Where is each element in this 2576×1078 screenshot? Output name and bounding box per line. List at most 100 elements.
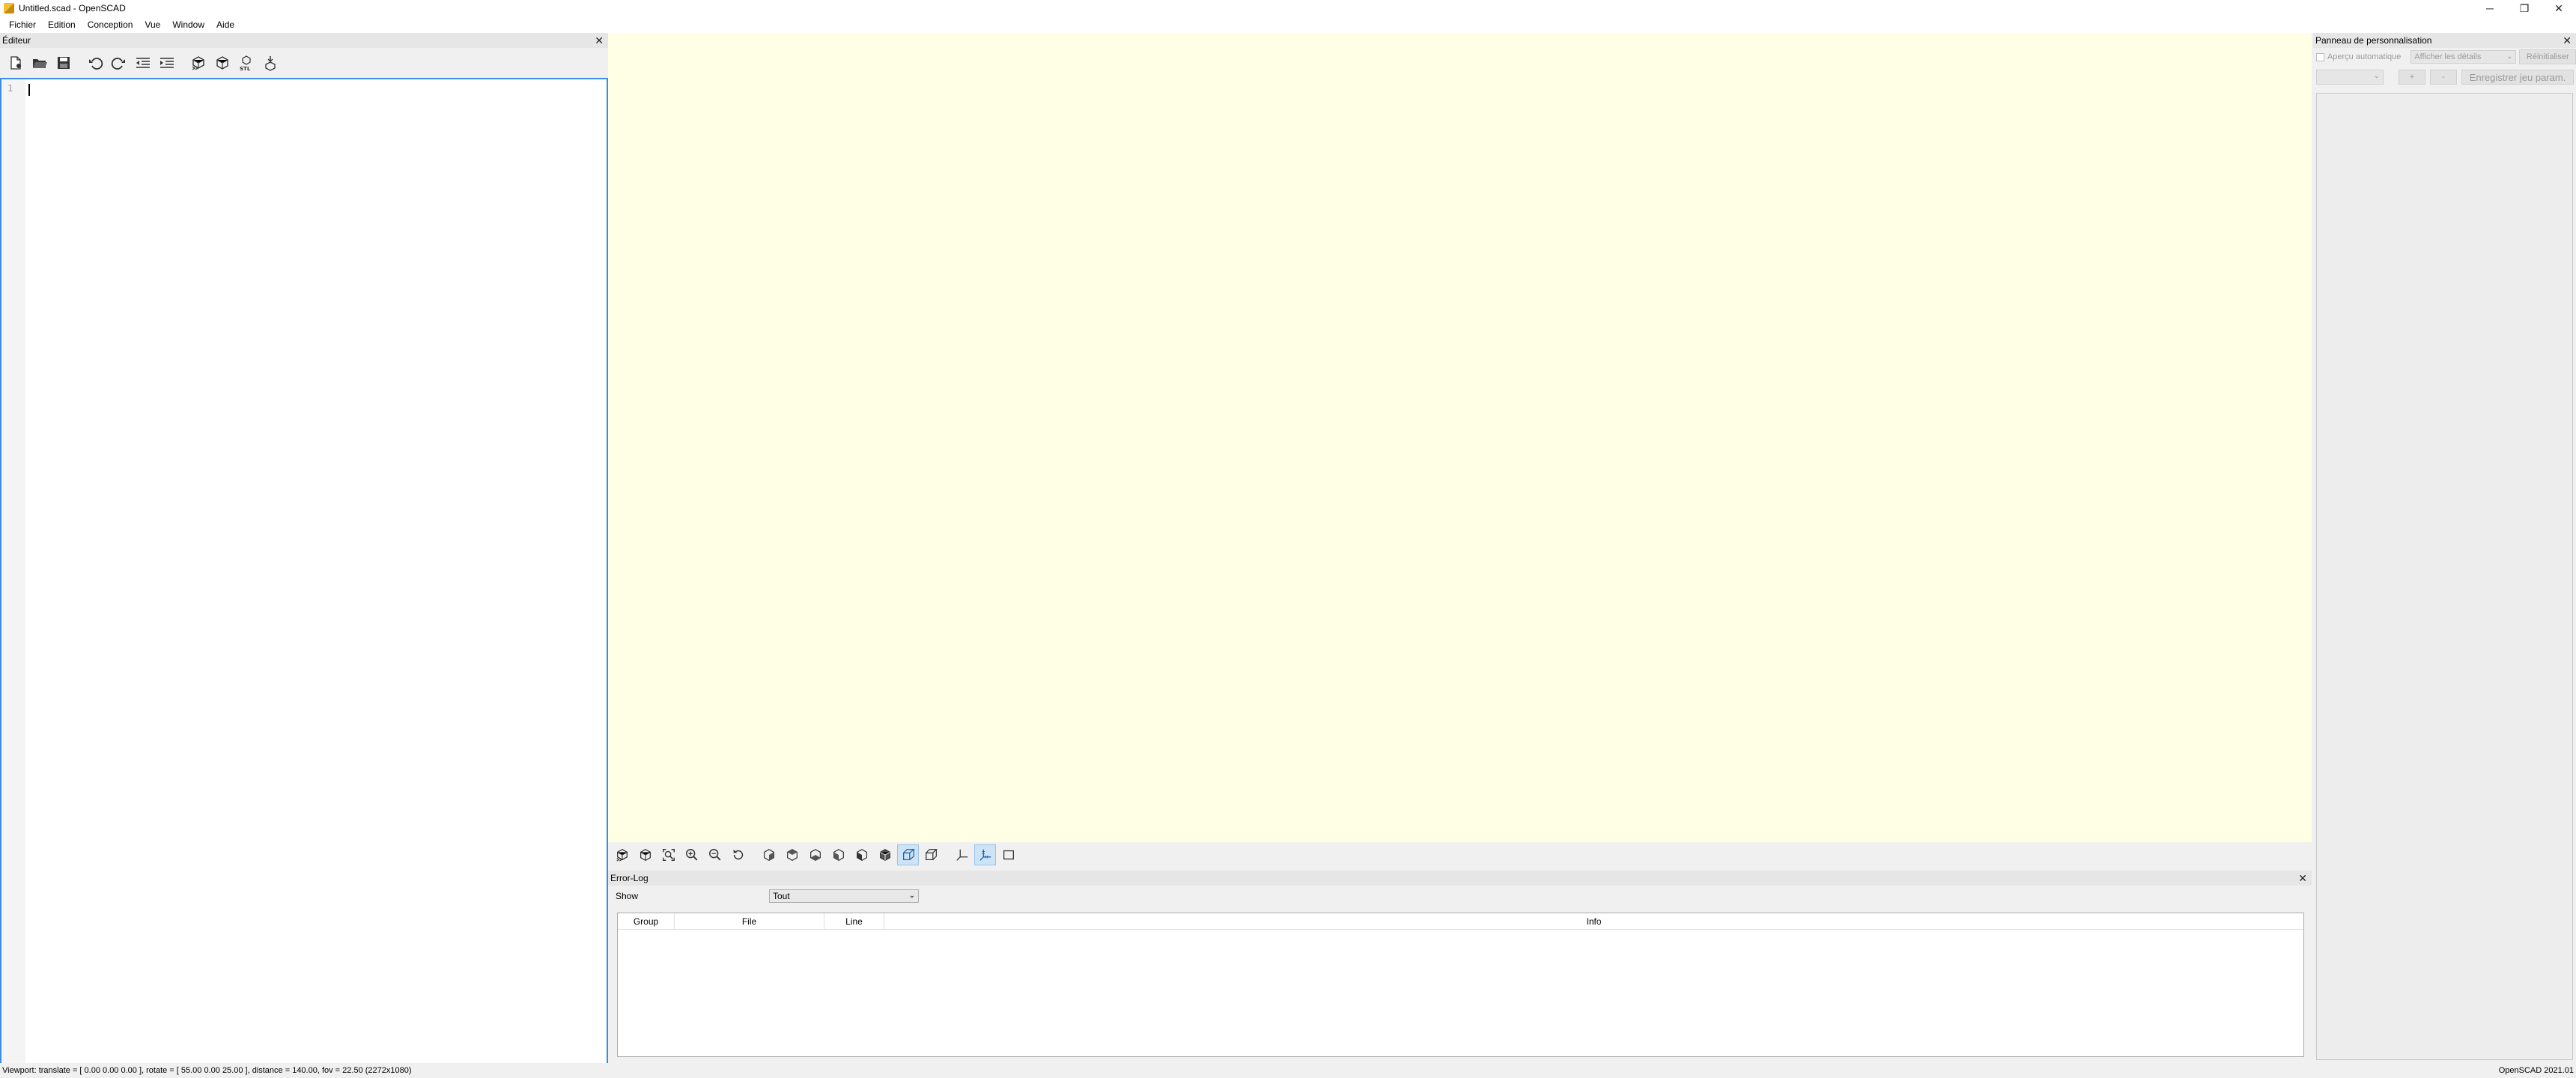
view-top-button[interactable] bbox=[781, 844, 803, 865]
stl-export-icon: STL bbox=[240, 55, 251, 71]
view-top-icon bbox=[786, 849, 798, 861]
menu-aide[interactable]: Aide bbox=[210, 16, 240, 33]
chevron-down-icon: ⌄ bbox=[2373, 72, 2380, 80]
chevron-down-icon: ⌄ bbox=[2506, 52, 2513, 61]
indent-button[interactable] bbox=[156, 52, 178, 74]
svg-text:STL: STL bbox=[240, 66, 251, 71]
reset-view-button[interactable] bbox=[727, 844, 749, 865]
window-title: Untitled.scad - OpenSCAD bbox=[19, 3, 126, 13]
new-file-button[interactable] bbox=[4, 52, 27, 74]
column-header-info[interactable]: Info bbox=[884, 913, 2303, 929]
column-header-line[interactable]: Line bbox=[824, 913, 884, 929]
preview-cube-icon bbox=[192, 56, 204, 70]
show-label: Show bbox=[616, 891, 639, 901]
zoom-in-button[interactable] bbox=[681, 844, 702, 865]
zoom-out-icon bbox=[708, 849, 720, 861]
editor-dock-title-bar: Éditeur ✕ bbox=[0, 33, 608, 48]
error-log-title-bar: Error-Log ✕ bbox=[608, 871, 2312, 886]
line-number-gutter: 1 bbox=[1, 79, 25, 1065]
error-log-dock: Error-Log ✕ Show Tout ⌄ Group File Line … bbox=[608, 871, 2312, 1063]
reset-view-icon bbox=[733, 849, 743, 860]
editor-area: 1 bbox=[0, 78, 608, 1066]
preview-button[interactable] bbox=[187, 52, 210, 74]
show-filter-select[interactable]: Tout ⌄ bbox=[769, 889, 919, 903]
customizer-parameters-panel[interactable] bbox=[2316, 93, 2573, 1060]
code-editor[interactable]: 1 bbox=[0, 78, 608, 1066]
orthogonal-button[interactable] bbox=[920, 844, 942, 865]
redo-button[interactable] bbox=[108, 52, 130, 74]
customizer-preset-row: ⌄ + - Enregistrer jeu param. bbox=[2313, 66, 2576, 88]
customizer-title: Panneau de personnalisation bbox=[2315, 35, 2432, 46]
show-scale-markers-button[interactable] bbox=[974, 844, 996, 865]
edges-icon bbox=[1003, 850, 1014, 860]
preset-select[interactable]: ⌄ bbox=[2316, 70, 2384, 85]
show-filter-value: Tout bbox=[773, 891, 790, 901]
view-toolbar bbox=[608, 842, 2312, 868]
reset-button[interactable]: Réinitialiser bbox=[2519, 49, 2576, 64]
zoom-fit-icon bbox=[662, 849, 675, 861]
orthogonal-icon bbox=[925, 849, 938, 860]
minimize-button[interactable]: ─ bbox=[2473, 0, 2507, 16]
send-to-printer-button[interactable] bbox=[259, 52, 282, 74]
editor-toolbar: STL bbox=[0, 48, 608, 78]
remove-preset-button[interactable]: - bbox=[2430, 70, 2457, 85]
unindent-button[interactable] bbox=[132, 52, 154, 74]
view-left-button[interactable] bbox=[827, 844, 849, 865]
open-file-button[interactable] bbox=[28, 52, 51, 74]
add-preset-button[interactable]: + bbox=[2399, 70, 2425, 85]
view-render-button[interactable] bbox=[634, 844, 656, 865]
customizer-options-row: Aperçu automatique Afficher les détails … bbox=[2313, 48, 2576, 66]
view-all-button[interactable] bbox=[657, 844, 679, 865]
menu-edition[interactable]: Edition bbox=[42, 16, 82, 33]
perspective-icon bbox=[902, 849, 915, 860]
view-right-button[interactable] bbox=[758, 844, 780, 865]
error-log-close-icon[interactable]: ✕ bbox=[2298, 872, 2307, 884]
auto-preview-label: Aperçu automatique bbox=[2327, 52, 2402, 61]
restore-button[interactable]: ❐ bbox=[2507, 0, 2542, 16]
save-file-button[interactable] bbox=[52, 52, 75, 74]
customizer-title-bar: Panneau de personnalisation ✕ bbox=[2313, 33, 2576, 48]
customizer-close-icon[interactable]: ✕ bbox=[2563, 34, 2572, 46]
zoom-in-icon bbox=[685, 849, 697, 861]
view-bottom-button[interactable] bbox=[804, 844, 826, 865]
error-log-header: Group File Line Info bbox=[618, 913, 2303, 930]
viewport-status: Viewport: translate = [ 0.00 0.00 0.00 ]… bbox=[2, 1066, 412, 1075]
status-bar: Viewport: translate = [ 0.00 0.00 0.00 ]… bbox=[0, 1063, 2576, 1078]
zoom-out-button[interactable] bbox=[704, 844, 726, 865]
auto-preview-checkbox[interactable] bbox=[2316, 52, 2324, 61]
customizer-dock: Panneau de personnalisation ✕ Aperçu aut… bbox=[2313, 33, 2576, 1063]
view-back-button[interactable] bbox=[874, 844, 896, 865]
redo-icon bbox=[111, 58, 125, 70]
menu-vue[interactable]: Vue bbox=[139, 16, 166, 33]
menu-window[interactable]: Window bbox=[166, 16, 210, 33]
new-file-icon bbox=[10, 56, 21, 70]
save-icon bbox=[58, 57, 70, 69]
close-window-button[interactable]: ✕ bbox=[2542, 0, 2576, 16]
editor-dock-title: Éditeur bbox=[2, 35, 31, 46]
save-preset-button[interactable]: Enregistrer jeu param. bbox=[2461, 70, 2574, 85]
undo-button[interactable] bbox=[84, 52, 106, 74]
show-axes-button[interactable] bbox=[951, 844, 973, 865]
view-front-button[interactable] bbox=[851, 844, 872, 865]
chevron-down-icon: ⌄ bbox=[908, 892, 915, 900]
perspective-button[interactable] bbox=[897, 844, 919, 865]
details-select[interactable]: Afficher les détails ⌄ bbox=[2411, 50, 2517, 64]
column-header-group[interactable]: Group bbox=[618, 913, 675, 929]
error-log-title: Error-Log bbox=[610, 873, 648, 883]
title-bar: Untitled.scad - OpenSCAD ─ ❐ ✕ bbox=[0, 0, 2576, 16]
column-header-file[interactable]: File bbox=[675, 913, 824, 929]
menu-conception[interactable]: Conception bbox=[82, 16, 139, 33]
unindent-icon bbox=[136, 58, 150, 68]
scale-markers-icon bbox=[979, 849, 991, 861]
render-button[interactable] bbox=[211, 52, 234, 74]
editor-dock: Éditeur ✕ STL 1 bbox=[0, 33, 608, 1066]
menu-fichier[interactable]: Fichier bbox=[3, 16, 42, 33]
error-log-table[interactable]: Group File Line Info bbox=[617, 913, 2304, 1057]
view-preview-button[interactable] bbox=[611, 844, 633, 865]
show-edges-button[interactable] bbox=[997, 844, 1019, 865]
menu-bar: Fichier Edition Conception Vue Window Ai… bbox=[0, 16, 2576, 33]
export-stl-button[interactable]: STL bbox=[235, 52, 258, 74]
3d-viewport[interactable] bbox=[608, 33, 2312, 842]
view-back-icon bbox=[879, 849, 890, 861]
editor-dock-close-icon[interactable]: ✕ bbox=[595, 34, 604, 46]
